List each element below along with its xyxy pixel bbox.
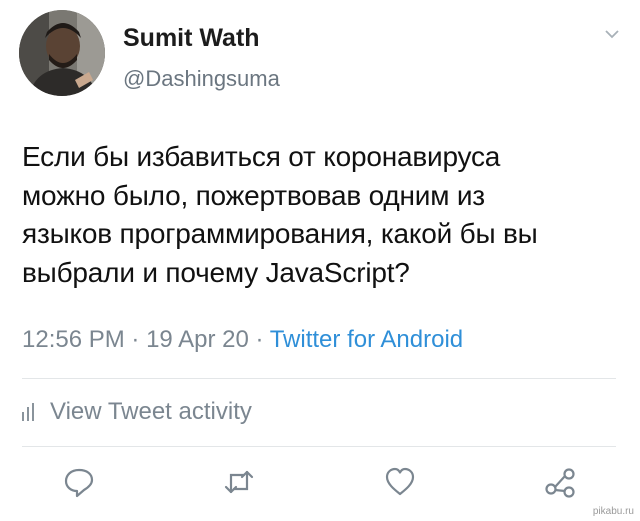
tweet-time: 12:56 PM <box>22 326 125 353</box>
tweet-meta: 12:56 PM · 19 Apr 20 · Twitter for Andro… <box>22 326 463 354</box>
share-icon[interactable] <box>543 465 577 499</box>
like-icon[interactable] <box>383 465 417 499</box>
tweet-line: можно было, пожертвовав одним из <box>22 179 485 211</box>
view-activity-label: View Tweet activity <box>50 398 252 425</box>
tweet-line: языков программирования, какой бы вы <box>22 218 538 249</box>
view-activity-button[interactable]: View Tweet activity <box>22 398 252 426</box>
divider <box>22 446 616 447</box>
divider <box>22 378 616 379</box>
avatar-photo <box>19 10 105 96</box>
meta-separator: · <box>124 326 147 353</box>
tweet-line: выбрали и почему JavaScript? <box>22 256 410 288</box>
display-name[interactable]: Sumit Wath <box>123 24 260 53</box>
meta-separator: · <box>248 326 270 353</box>
user-handle[interactable]: @Dashingsuma <box>123 66 280 92</box>
tweet-line: Если бы избавиться от коронавируса <box>22 141 501 172</box>
chevron-down-icon[interactable] <box>604 28 620 40</box>
tweet-client-link[interactable]: Twitter for Android <box>270 326 463 353</box>
analytics-icon <box>22 403 34 421</box>
tweet-date: 19 Apr 20 <box>146 326 249 353</box>
reply-icon[interactable] <box>62 465 96 499</box>
retweet-icon[interactable] <box>222 465 256 499</box>
watermark: pikabu.ru <box>592 506 634 517</box>
avatar[interactable] <box>19 10 105 96</box>
tweet-text: Если бы избавиться от коронавируса можно… <box>22 138 622 292</box>
